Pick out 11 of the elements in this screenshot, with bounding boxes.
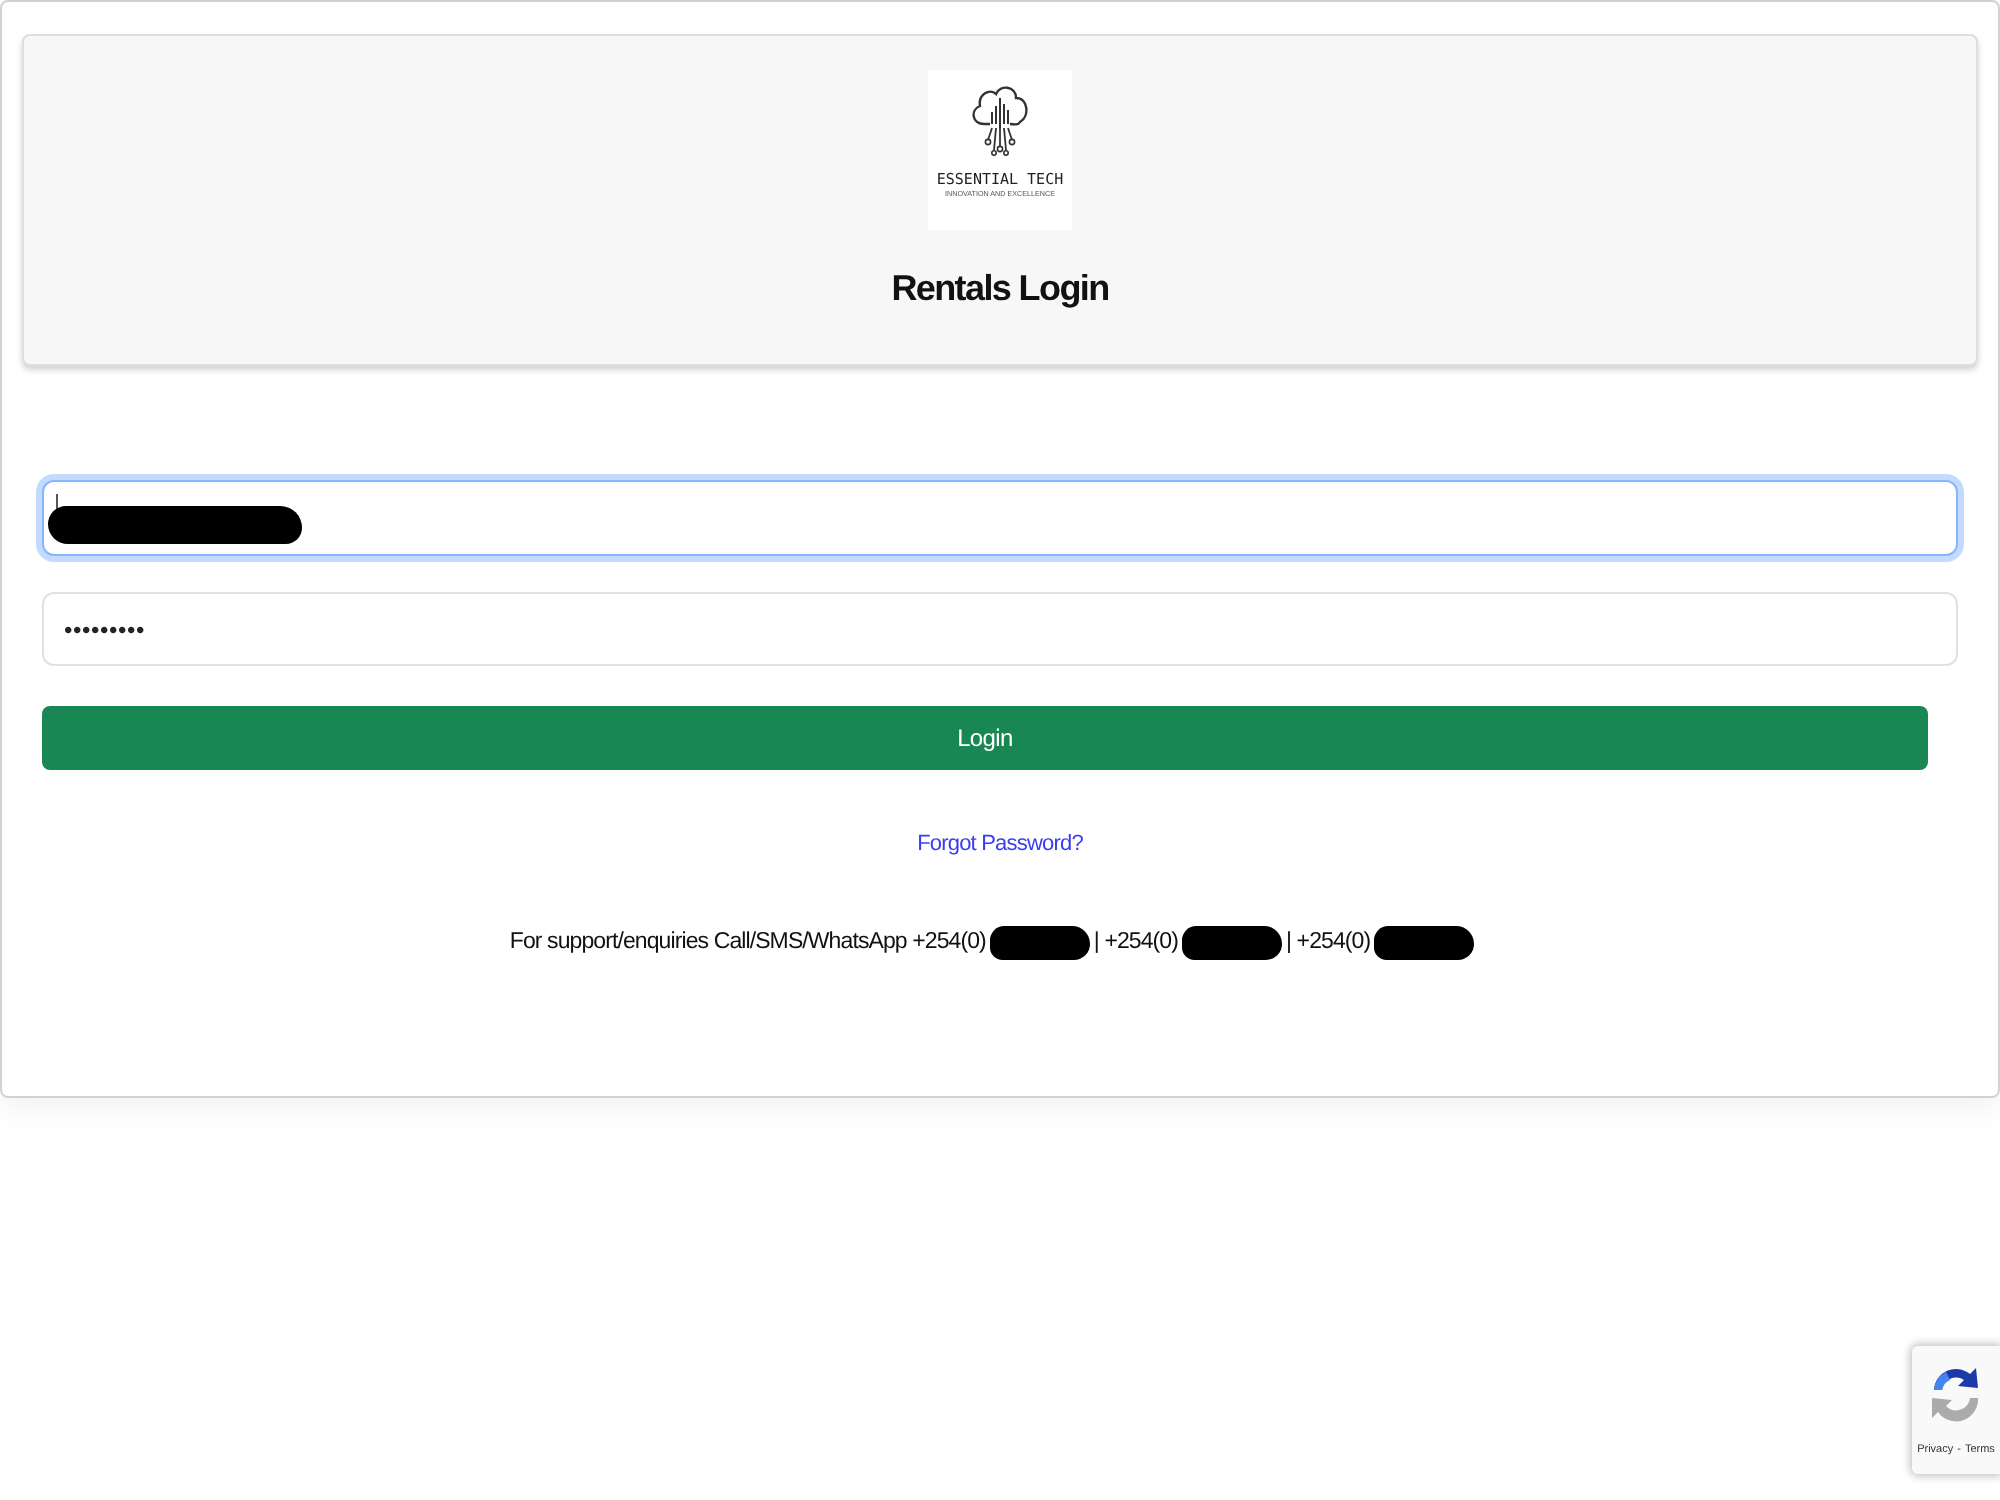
redaction-mark: [989, 926, 1090, 960]
support-text: | +254(0): [1093, 928, 1179, 958]
forgot-password-link[interactable]: Forgot Password?: [917, 830, 1083, 860]
text-field[interactable]: [42, 480, 1958, 556]
redaction-mark: [1182, 926, 1283, 960]
page-title: Rentals Login: [891, 266, 1109, 312]
password-field[interactable]: •••••••••: [42, 592, 1958, 666]
support-text: For support/enquiries Call/SMS/WhatsApp +254(0): [509, 928, 986, 958]
support-text: | +254(0): [1286, 928, 1371, 958]
redaction-mark: [1374, 926, 1475, 960]
login-button[interactable]: Login: [42, 706, 1928, 770]
